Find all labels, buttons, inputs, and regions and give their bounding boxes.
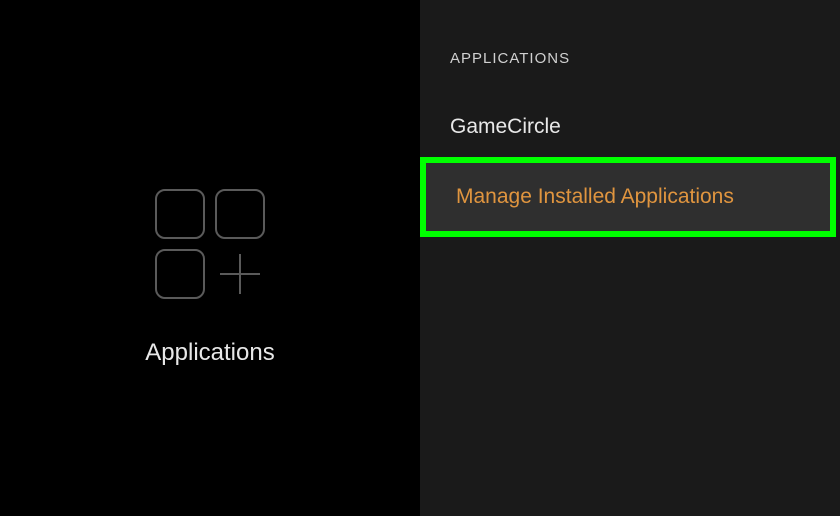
category-title: Applications bbox=[145, 339, 274, 367]
settings-list: APPLICATIONS GameCircle Manage Installed… bbox=[420, 0, 840, 516]
applications-icon bbox=[155, 189, 265, 299]
menu-item-manage-installed-applications[interactable]: Manage Installed Applications bbox=[426, 163, 830, 231]
plus-icon bbox=[215, 249, 265, 299]
app-tile-icon bbox=[215, 189, 265, 239]
selection-highlight: Manage Installed Applications bbox=[420, 157, 836, 237]
section-header: APPLICATIONS bbox=[420, 0, 840, 97]
app-tile-icon bbox=[155, 249, 205, 299]
app-tile-icon bbox=[155, 189, 205, 239]
category-panel: Applications bbox=[0, 0, 420, 516]
menu-item-gamecircle[interactable]: GameCircle bbox=[420, 97, 840, 157]
